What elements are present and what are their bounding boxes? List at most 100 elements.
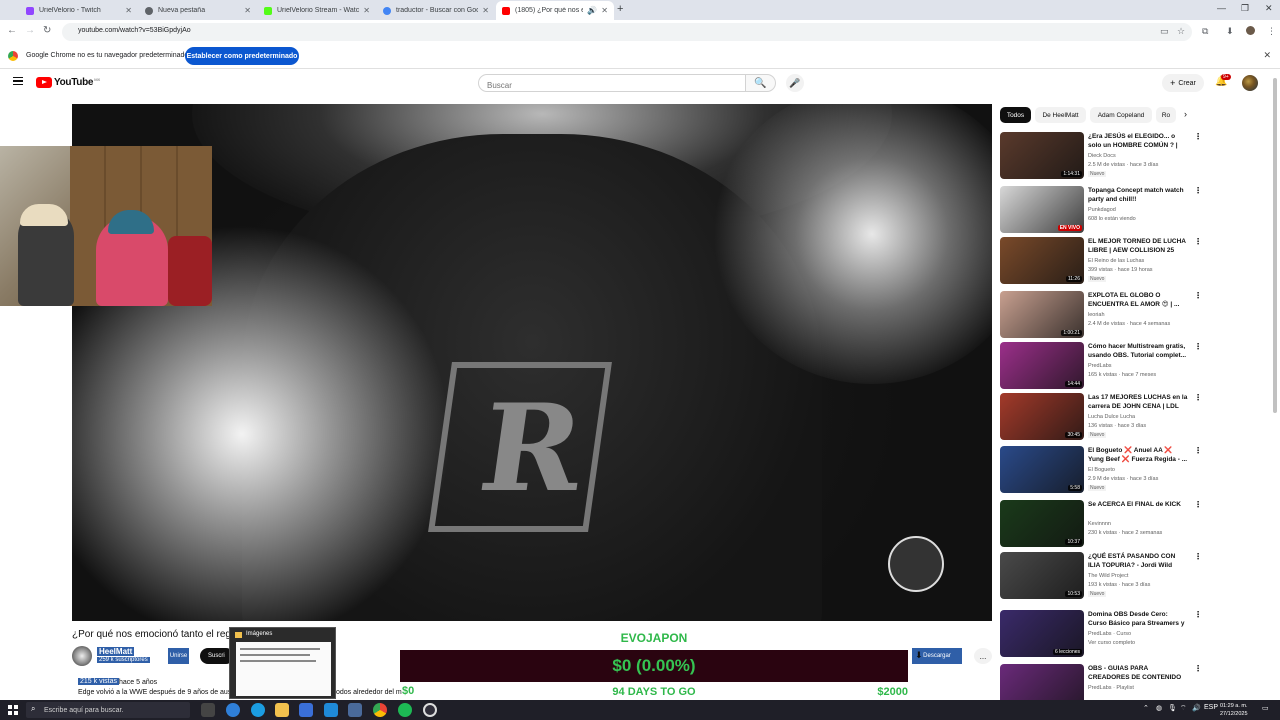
chip-adam-copeland[interactable]: Adam Copeland xyxy=(1090,107,1152,123)
close-icon[interactable]: ✕ xyxy=(1263,50,1271,61)
kebab-menu-icon[interactable]: ⋮ xyxy=(1194,610,1202,619)
install-icon[interactable]: ▭ xyxy=(1160,26,1169,37)
chip-heelmatt[interactable]: De HeelMatt xyxy=(1035,107,1086,123)
tab-twitch[interactable]: UrielVelorio - Twitch ✕ xyxy=(20,1,138,20)
system-clock[interactable]: 01:29 a. m. 27/12/2025 xyxy=(1220,702,1248,718)
language-indicator[interactable]: ESP xyxy=(1204,704,1218,711)
tab-youtube[interactable]: (1805) ¿Por qué nos emoci... 🔊 ✕ xyxy=(496,1,614,20)
reload-icon[interactable]: ↻ xyxy=(43,25,51,36)
recommendation-item[interactable]: 10:37 Se ACERCA El FINAL de KICK Kevinnnn 2… xyxy=(1000,500,1202,548)
recommendation-item[interactable]: 5:58 El Bogueto ❌ Anuel AA ❌ Yung Beef ❌ … xyxy=(1000,446,1202,494)
microphone-icon[interactable]: 🎙 xyxy=(1168,704,1177,712)
kebab-menu-icon[interactable]: ⋮ xyxy=(1194,446,1202,455)
video-thumbnail[interactable]: 6 lecciones xyxy=(1000,610,1084,657)
join-button[interactable]: Unirse xyxy=(168,648,189,664)
store-icon[interactable] xyxy=(299,703,313,717)
copilot-icon[interactable] xyxy=(226,703,240,717)
video-thumbnail[interactable]: 10:53 xyxy=(1000,552,1084,599)
video-description[interactable]: Edge volvió a la WWE después de 9 años d… xyxy=(78,689,235,696)
voice-search-button[interactable]: 🎤 xyxy=(786,74,804,92)
bookmark-star-icon[interactable]: ☆ xyxy=(1177,26,1185,37)
edge-icon[interactable] xyxy=(251,703,265,717)
kebab-menu-icon[interactable]: ⋮ xyxy=(1194,132,1202,141)
chevron-right-icon[interactable]: › xyxy=(1184,109,1187,119)
downloads-icon[interactable]: ⬇ xyxy=(1226,26,1234,37)
more-actions-button[interactable]: ... xyxy=(974,648,992,664)
wifi-icon[interactable]: ⌔ xyxy=(1180,704,1187,713)
task-view-icon[interactable] xyxy=(201,703,215,717)
network-icon[interactable]: ◍ xyxy=(1156,704,1162,712)
kebab-menu-icon[interactable]: ⋮ xyxy=(1194,342,1202,351)
kebab-menu-icon[interactable]: ⋮ xyxy=(1194,393,1202,402)
kebab-menu-icon[interactable]: ⋮ xyxy=(1194,291,1202,300)
kebab-menu-icon[interactable]: ⋮ xyxy=(1194,237,1202,246)
back-icon[interactable]: ← xyxy=(7,25,17,36)
channel-name[interactable]: HeelMatt xyxy=(97,647,135,656)
page-scrollbar[interactable] xyxy=(1272,78,1278,698)
kebab-menu-icon[interactable]: ⋮ xyxy=(1194,186,1202,195)
minimize-icon[interactable]: — xyxy=(1217,3,1226,13)
recommendation-item[interactable]: EN VIVO Topanga Concept match watch party… xyxy=(1000,186,1202,234)
video-thumbnail[interactable]: 30:45 xyxy=(1000,393,1084,440)
kebab-menu-icon[interactable]: ⋮ xyxy=(1194,664,1202,673)
youtube-logo[interactable]: YouTube MX xyxy=(36,77,100,88)
maximize-icon[interactable]: ❐ xyxy=(1241,3,1249,14)
recommendation-item[interactable]: 30:45 Las 17 MEJORES LUCHAS en la carrera… xyxy=(1000,393,1202,441)
close-tab-icon[interactable]: ✕ xyxy=(244,6,251,15)
set-default-button[interactable]: Establecer como predeterminado xyxy=(185,47,299,65)
kebab-menu-icon[interactable]: ⋮ xyxy=(1194,500,1202,509)
video-thumbnail[interactable]: 5:58 xyxy=(1000,446,1084,493)
spotify-icon[interactable] xyxy=(398,703,412,717)
file-explorer-icon[interactable] xyxy=(275,703,289,717)
windows-start-icon[interactable] xyxy=(8,705,18,715)
recommendation-item[interactable]: 1:00:21 EXPLOTA EL GLOBO O ENCUENTRA EL A… xyxy=(1000,291,1202,339)
notification-center-icon[interactable]: ▭ xyxy=(1262,704,1269,712)
recommendation-item[interactable]: 1:14:31 ¿Era JESÚS el ELEGIDO... o solo u… xyxy=(1000,132,1202,180)
tab-kick[interactable]: UrielVelorio Stream - Watch Li... ✕ xyxy=(258,1,376,20)
video-thumbnail[interactable]: EN VIVO xyxy=(1000,186,1084,233)
kebab-menu-icon[interactable]: ⋮ xyxy=(1267,26,1276,37)
kebab-menu-icon[interactable]: ⋮ xyxy=(1194,552,1202,561)
tab-new-tab[interactable]: Nueva pestaña ✕ xyxy=(139,1,257,20)
new-tab-button[interactable]: + xyxy=(617,3,623,15)
download-icon[interactable]: ⬇ xyxy=(915,650,923,661)
taskbar-search[interactable]: ⌕ Escribe aquí para buscar. xyxy=(26,702,190,718)
tab-google[interactable]: traductor - Buscar con Google ✕ xyxy=(377,1,495,20)
video-thumbnail[interactable]: 14:44 xyxy=(1000,342,1084,389)
mail-icon[interactable] xyxy=(324,703,338,717)
speaker-icon[interactable]: 🔊 xyxy=(587,6,597,15)
chevron-up-icon[interactable]: ⌃ xyxy=(1143,704,1149,712)
recommendation-item[interactable]: 6 lecciones Domina OBS Desde Cero: Curso … xyxy=(1000,610,1202,658)
channel-avatar[interactable] xyxy=(72,646,92,666)
recommendation-item[interactable]: 10:53 ¿QUÉ ESTÁ PASANDO CON ILIA TOPURIA?… xyxy=(1000,552,1202,600)
account-avatar[interactable] xyxy=(1242,75,1258,91)
extensions-icon[interactable]: ⧉ xyxy=(1202,26,1208,37)
video-thumbnail[interactable]: 1:14:31 xyxy=(1000,132,1084,179)
recommendation-item[interactable]: 11:26 EL MEJOR TORNEO DE LUCHA LIBRE | AE… xyxy=(1000,237,1202,285)
search-input[interactable] xyxy=(479,77,745,94)
chip-ro[interactable]: Ro xyxy=(1156,107,1176,123)
profile-avatar[interactable] xyxy=(1246,26,1255,35)
address-bar[interactable]: youtube.com/watch?v=53BiGpdyjAo xyxy=(62,23,1192,41)
images-window-preview[interactable]: Imágenes xyxy=(229,627,336,699)
scrollbar-thumb[interactable] xyxy=(1273,78,1277,413)
recommendation-item[interactable]: 14:44 Cómo hacer Multistream gratis, usan… xyxy=(1000,342,1202,390)
close-tab-icon[interactable]: ✕ xyxy=(601,6,608,15)
video-thumbnail[interactable]: 11:26 xyxy=(1000,237,1084,284)
create-button[interactable]: + Crear xyxy=(1162,74,1204,92)
search-button[interactable]: 🔍 xyxy=(746,74,776,92)
volume-icon[interactable]: 🔊 xyxy=(1192,704,1201,712)
steam-icon[interactable] xyxy=(348,703,362,717)
close-tab-icon[interactable]: ✕ xyxy=(125,6,132,15)
obs-icon[interactable] xyxy=(423,703,437,717)
chip-todos[interactable]: Todos xyxy=(1000,107,1031,123)
close-tab-icon[interactable]: ✕ xyxy=(482,6,489,15)
channel-watermark[interactable] xyxy=(888,536,944,592)
chrome-icon[interactable] xyxy=(373,703,387,717)
video-thumbnail[interactable]: 10:37 xyxy=(1000,500,1084,547)
close-tab-icon[interactable]: ✕ xyxy=(363,6,370,15)
forward-icon[interactable]: → xyxy=(25,25,35,36)
close-window-icon[interactable]: ✕ xyxy=(1265,3,1273,14)
hamburger-menu-icon[interactable] xyxy=(13,77,23,85)
video-thumbnail[interactable]: 1:00:21 xyxy=(1000,291,1084,338)
